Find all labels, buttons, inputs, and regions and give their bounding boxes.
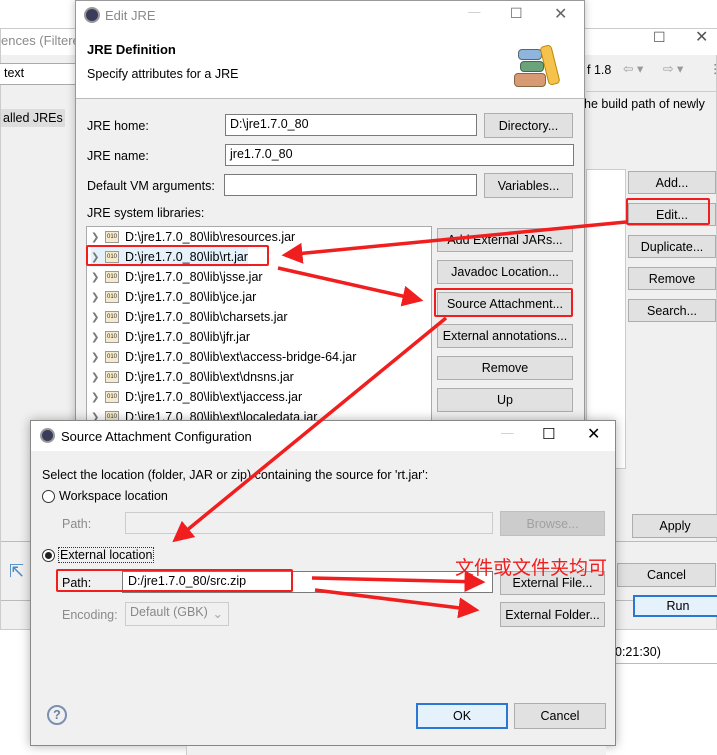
annotation-arrows xyxy=(172,220,627,619)
arrow-rtjar-to-source xyxy=(277,266,424,307)
arrow-path-to-file xyxy=(311,571,486,593)
arrow-source-to-external xyxy=(172,316,448,543)
arrow-edit-to-rtjar xyxy=(281,220,627,264)
arrow-path-to-folder xyxy=(314,588,480,619)
